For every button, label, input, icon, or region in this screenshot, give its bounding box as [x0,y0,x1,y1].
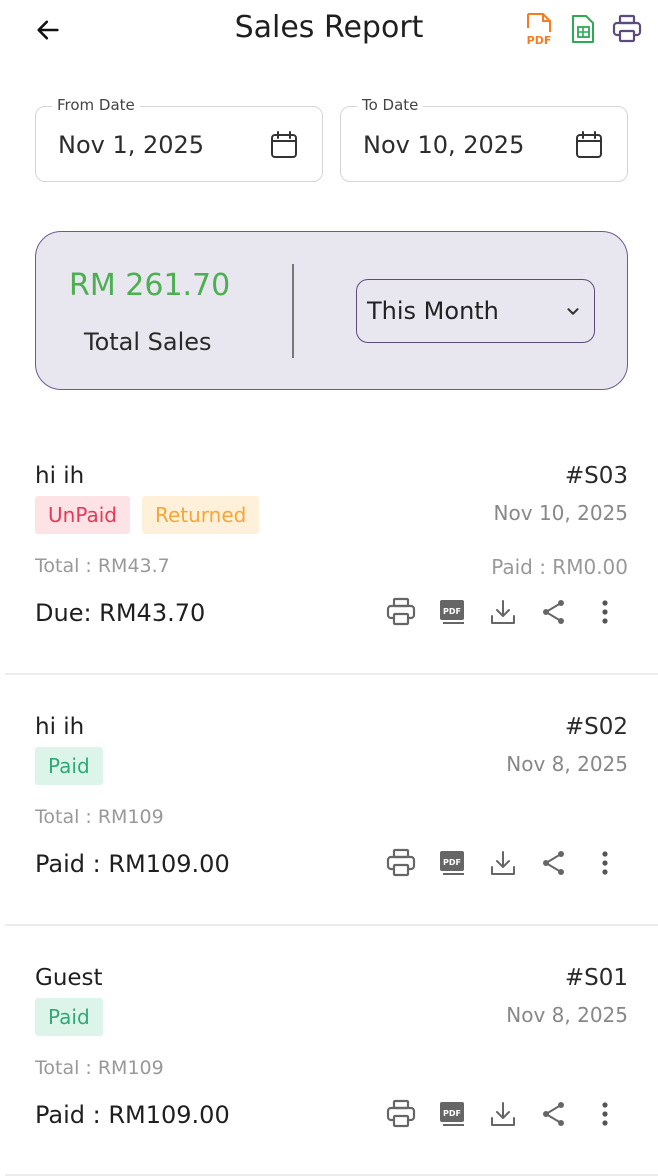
from-date-label: From Date [52,96,140,114]
sheet-export-button[interactable] [566,10,600,48]
svg-text:PDF: PDF [443,607,461,616]
download-icon [491,600,515,624]
header-actions: PDF [522,10,644,48]
sale-paid-amount: Paid : RM109.00 [35,850,230,878]
svg-text:PDF: PDF [443,858,461,867]
share-button[interactable] [535,844,573,882]
download-button[interactable] [484,593,522,631]
row-actions: PDF [382,844,624,882]
to-date-value: Nov 10, 2025 [363,131,525,159]
share-button[interactable] [535,1095,573,1133]
invoice-number: #S02 [564,714,628,740]
sale-list-item[interactable]: hi ih #S03 UnPaid Returned Nov 10, 2025 … [0,451,658,675]
invoice-number: #S01 [564,965,628,991]
more-vert-icon [602,600,608,624]
row-actions: PDF [382,593,624,631]
customer-name: Guest [35,965,103,991]
print-icon [386,1099,416,1128]
print-button[interactable] [382,593,420,631]
print-icon [386,848,416,877]
share-icon [543,1102,564,1126]
from-date-field[interactable]: From Date Nov 1, 2025 [35,96,323,182]
download-icon [491,851,515,875]
sale-total: Total : RM43.7 [35,555,170,577]
print-icon [612,14,642,43]
more-vert-icon [602,851,608,875]
download-button[interactable] [484,1095,522,1133]
vertical-divider [292,264,294,358]
svg-text:PDF: PDF [443,1109,461,1118]
period-dropdown-value: This Month [367,297,499,325]
sale-total: Total : RM109 [35,1057,164,1079]
calendar-icon[interactable] [573,129,605,161]
calendar-icon[interactable] [268,129,300,161]
sale-paid-amount: Paid : RM109.00 [35,1101,230,1129]
status-badge-returned: Returned [141,496,260,534]
sale-date: Nov 8, 2025 [506,1003,628,1027]
sale-paid-amount: Paid : RM0.00 [491,555,628,579]
share-button[interactable] [535,593,573,631]
customer-name: hi ih [35,463,85,489]
more-vert-icon [602,1102,608,1126]
pdf-icon: PDF [440,851,464,875]
pdf-button[interactable]: PDF [433,1095,471,1133]
pdf-export-button[interactable]: PDF [522,10,556,48]
share-icon [543,600,564,624]
more-options-button[interactable] [586,844,624,882]
download-icon [491,1102,515,1126]
sale-due-amount: Due: RM43.70 [35,599,206,627]
list-divider [5,673,658,675]
more-options-button[interactable] [586,593,624,631]
to-date-field[interactable]: To Date Nov 10, 2025 [340,96,628,182]
sheet-export-icon [572,15,594,43]
to-date-label: To Date [357,96,424,114]
print-button[interactable] [382,1095,420,1133]
status-badge-paid: Paid [35,747,103,785]
pdf-button[interactable]: PDF [433,844,471,882]
status-badge-paid: Paid [35,998,103,1036]
print-button[interactable] [610,10,644,48]
status-badges: UnPaid Returned [35,496,260,534]
download-button[interactable] [484,844,522,882]
total-sales-label: Total Sales [84,328,212,356]
sale-total: Total : RM109 [35,806,164,828]
total-sales-amount: RM 261.70 [69,268,231,303]
pdf-icon: PDF [440,1102,464,1126]
customer-name: hi ih [35,714,85,740]
pdf-button[interactable]: PDF [433,593,471,631]
pdf-icon: PDF [440,600,464,624]
status-badges: Paid [35,747,103,785]
chevron-down-icon [567,308,579,315]
print-button[interactable] [382,844,420,882]
pdf-export-icon-label: PDF [527,34,552,47]
sale-date: Nov 8, 2025 [506,752,628,776]
total-sales-card: RM 261.70 Total Sales This Month [35,231,628,390]
more-options-button[interactable] [586,1095,624,1133]
period-dropdown[interactable]: This Month [356,279,595,343]
print-icon [386,597,416,626]
status-badges: Paid [35,998,103,1036]
sale-date: Nov 10, 2025 [493,501,628,525]
sale-list-item[interactable]: hi ih #S02 Paid Nov 8, 2025 Total : RM10… [0,702,658,926]
share-icon [543,851,564,875]
from-date-value: Nov 1, 2025 [58,131,205,159]
list-divider [5,924,658,926]
sale-list-item[interactable]: Guest #S01 Paid Nov 8, 2025 Total : RM10… [0,953,658,1176]
app-bar: Sales Report PDF [0,0,658,64]
status-badge-unpaid: UnPaid [35,496,130,534]
row-actions: PDF [382,1095,624,1133]
pdf-export-icon: PDF [527,13,552,47]
invoice-number: #S03 [564,463,628,489]
